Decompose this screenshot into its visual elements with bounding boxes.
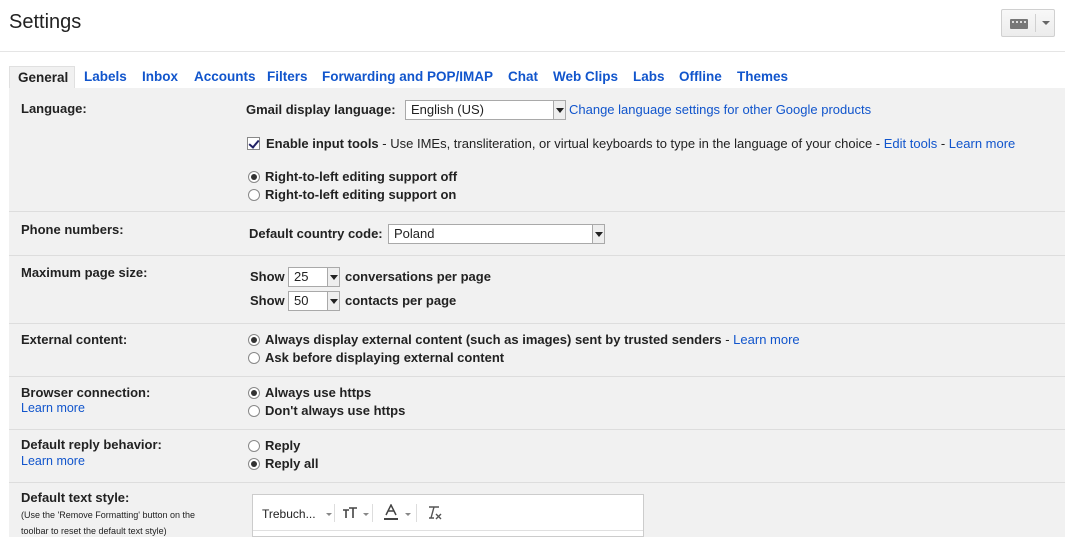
divider [416, 504, 417, 522]
reply-label: Reply [265, 438, 301, 453]
country-code-value: Poland [394, 226, 435, 241]
contacts-select[interactable]: 50 [288, 291, 340, 311]
divider [334, 504, 335, 522]
chevron-down-icon [553, 101, 565, 119]
dont-https-label: Don't always use https [265, 403, 406, 418]
display-language-label: Gmail display language: [246, 102, 396, 117]
text-style-note: (Use the 'Remove Formatting' button on t… [21, 510, 196, 536]
input-tools-button[interactable] [1001, 9, 1055, 37]
formatting-toolbar: Trebuch... [253, 495, 643, 531]
tab-themes[interactable]: Themes [737, 66, 788, 88]
chevron-down-icon [592, 225, 604, 243]
dont-https-radio[interactable] [248, 405, 260, 417]
input-tools-line: Enable input tools - Use IMEs, translite… [266, 136, 1015, 151]
input-tools-label: Enable input tools [266, 136, 379, 151]
external-always-label: Always display external content (such as… [265, 332, 722, 347]
show-label: Show [250, 269, 285, 284]
contacts-value: 50 [294, 293, 309, 308]
browser-learn-more-link[interactable]: Learn more [21, 401, 85, 415]
reply-radio[interactable] [248, 440, 260, 452]
always-https-label: Always use https [265, 385, 372, 400]
tab-forwarding[interactable]: Forwarding and POP/IMAP [322, 66, 493, 88]
conversations-value: 25 [294, 269, 309, 284]
tab-labs[interactable]: Labs [633, 66, 665, 88]
phone-label: Phone numbers: [21, 222, 124, 237]
reply-behavior-row: Default reply behavior: Learn more [9, 430, 1065, 483]
remove-formatting-icon[interactable] [427, 505, 443, 521]
tab-labels[interactable]: Labels [84, 66, 127, 88]
tab-web-clips[interactable]: Web Clips [553, 66, 618, 88]
display-language-select[interactable]: English (US) [405, 100, 566, 120]
rtl-off-label: Right-to-left editing support off [265, 169, 458, 184]
settings-header: Settings [0, 0, 1065, 52]
external-ask-radio[interactable] [248, 352, 260, 364]
show-label: Show [250, 293, 285, 308]
chevron-down-icon [327, 268, 339, 286]
change-language-link[interactable]: Change language settings for other Googl… [569, 102, 871, 117]
input-tools-desc: - Use IMEs, transliteration, or virtual … [378, 136, 884, 151]
browser-connection-row: Browser connection: Learn more [9, 377, 1065, 430]
tab-offline[interactable]: Offline [679, 66, 722, 88]
separator: - [937, 136, 949, 151]
divider [1035, 14, 1036, 32]
country-code-select[interactable]: Poland [388, 224, 605, 244]
text-color-icon[interactable] [384, 504, 398, 521]
external-content-label: External content: [21, 332, 128, 347]
input-tools-checkbox[interactable] [247, 137, 260, 150]
chevron-down-icon [327, 292, 339, 310]
input-tools-learn-more-link[interactable]: Learn more [949, 136, 1015, 151]
reply-all-radio[interactable] [248, 458, 260, 470]
reply-behavior-label: Default reply behavior: [21, 437, 162, 452]
country-code-label: Default country code: [249, 226, 383, 241]
page-title: Settings [9, 11, 82, 33]
font-size-icon[interactable] [342, 506, 358, 520]
page-size-row: Maximum page size: [9, 256, 1065, 324]
rtl-on-radio[interactable] [248, 189, 260, 201]
tab-inbox[interactable]: Inbox [142, 66, 178, 88]
conversations-label: conversations per page [345, 269, 491, 284]
reply-all-label: Reply all [265, 456, 319, 471]
rtl-off-radio[interactable] [248, 171, 260, 183]
browser-connection-label: Browser connection: [21, 385, 151, 400]
display-language-value: English (US) [411, 102, 484, 117]
external-always-radio[interactable] [248, 334, 260, 346]
conversations-select[interactable]: 25 [288, 267, 340, 287]
language-label: Language: [21, 101, 87, 116]
edit-tools-link[interactable]: Edit tools [884, 136, 937, 151]
chevron-down-icon [405, 513, 411, 516]
page-size-label: Maximum page size: [21, 265, 148, 280]
text-style-label: Default text style: [21, 490, 130, 505]
rtl-on-label: Right-to-left editing support on [265, 187, 457, 202]
divider [372, 504, 373, 522]
chevron-down-icon[interactable] [1042, 21, 1050, 25]
tab-general[interactable]: General [9, 66, 76, 88]
external-learn-more-link[interactable]: Learn more [733, 332, 799, 347]
tab-filters[interactable]: Filters [267, 66, 308, 88]
text-style-editor[interactable]: Trebuch... [252, 494, 644, 537]
keyboard-icon [1010, 19, 1028, 29]
font-family-select[interactable]: Trebuch... [262, 507, 316, 521]
contacts-label: contacts per page [345, 293, 457, 308]
reply-learn-more-link[interactable]: Learn more [21, 454, 85, 468]
always-https-radio[interactable] [248, 387, 260, 399]
settings-tabs: General Labels Inbox Accounts Filters Fo… [9, 66, 1065, 88]
tab-accounts[interactable]: Accounts [194, 66, 256, 88]
external-ask-label: Ask before displaying external content [265, 350, 505, 365]
tab-chat[interactable]: Chat [508, 66, 538, 88]
external-always-line: Always display external content (such as… [265, 332, 800, 347]
chevron-down-icon [363, 513, 369, 516]
chevron-down-icon [326, 513, 332, 516]
separator: - [721, 332, 734, 347]
